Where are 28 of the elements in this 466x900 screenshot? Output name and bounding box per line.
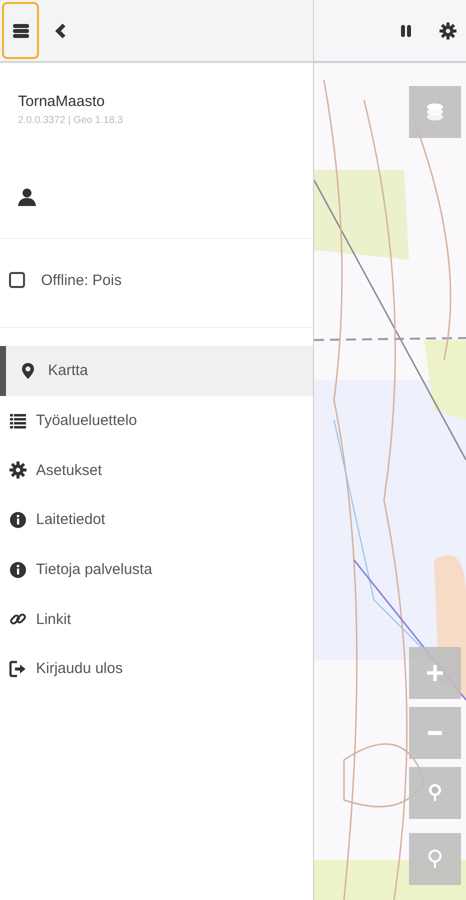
- info-icon: [9, 510, 27, 529]
- menu-item[interactable]: Laitetiedot: [0, 495, 313, 545]
- menu-item[interactable]: Tietoja palvelusta: [0, 544, 313, 594]
- list-icon: [9, 412, 27, 430]
- layers-icon: [425, 102, 445, 122]
- back-icon: [54, 22, 68, 38]
- plus-icon: [425, 663, 445, 683]
- version-text: 2.0.0.3372 | Geo 1.18.3: [18, 115, 124, 126]
- menu-icon: [12, 22, 30, 40]
- menu-item[interactable]: Linkit: [0, 594, 313, 644]
- pause-icon: [400, 24, 412, 38]
- pin-icon: [427, 849, 443, 869]
- person-icon: [18, 188, 36, 206]
- info-icon: [9, 560, 27, 579]
- menu-item[interactable]: Työalueluettelo: [0, 396, 313, 446]
- menu-button[interactable]: [2, 2, 39, 59]
- logout-icon: [9, 660, 27, 678]
- menu-item[interactable]: Kirjaudu ulos: [0, 644, 313, 694]
- settings-icon: [439, 22, 457, 40]
- menu-item[interactable]: Asetukset: [0, 445, 313, 496]
- app-name: TornaMaasto: [18, 93, 106, 110]
- menu-item[interactable]: Kartta: [0, 346, 313, 396]
- settings-icon: [9, 461, 27, 480]
- location-icon: [427, 783, 443, 803]
- checkbox[interactable]: [9, 272, 25, 288]
- pin-icon: [19, 362, 37, 380]
- offline-toggle[interactable]: Offline: Pois: [9, 272, 122, 288]
- minus-icon: [428, 731, 442, 735]
